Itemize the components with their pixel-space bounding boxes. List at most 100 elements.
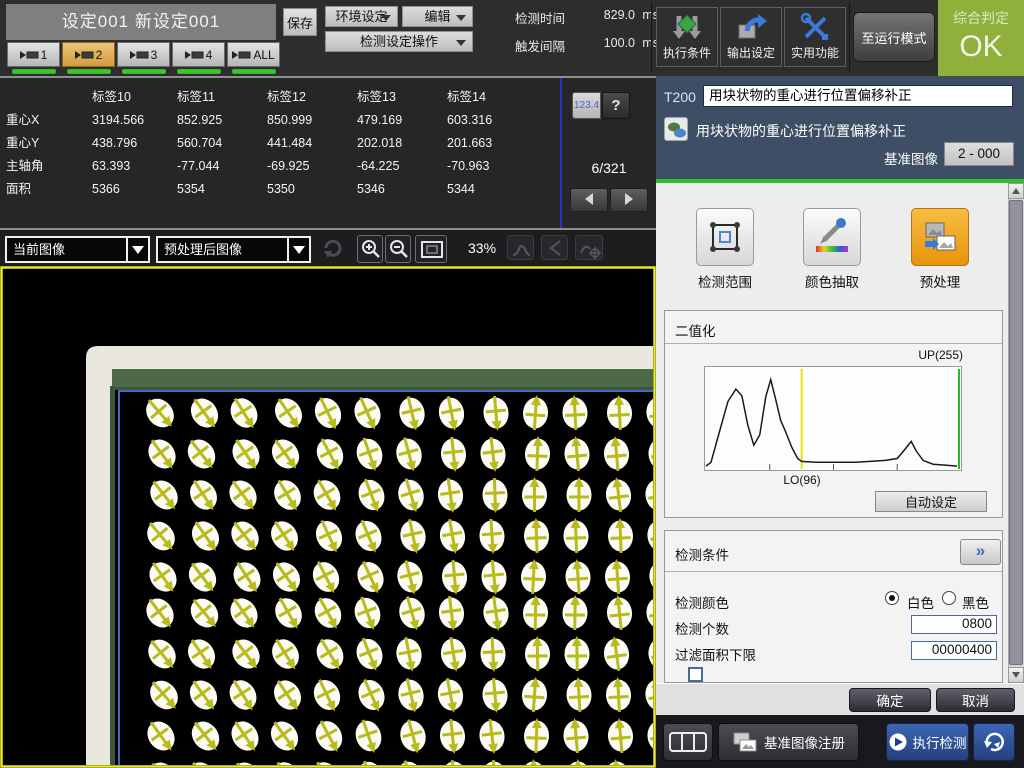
- chevron-down-icon: [456, 15, 466, 21]
- image-source-value: 当前图像: [7, 238, 126, 261]
- curve-settings-icon[interactable]: [575, 235, 603, 260]
- column-header: 标签11: [171, 86, 261, 109]
- arrow-left-icon: [585, 193, 593, 205]
- results-side-panel: 123.4 ? 6/321: [562, 78, 656, 228]
- detection-count-label: 检测个数: [675, 618, 729, 638]
- inspection-image[interactable]: [0, 266, 656, 768]
- zoom-out-button[interactable]: [385, 235, 411, 263]
- binarization-title: 二值化: [675, 320, 716, 340]
- color-extraction-button[interactable]: [803, 208, 861, 266]
- continuous-measure-button[interactable]: [973, 723, 1015, 761]
- scene-tab-2[interactable]: 2: [62, 42, 115, 74]
- scrollbar-thumb[interactable]: [1009, 200, 1023, 665]
- scene-tab-all[interactable]: ALL: [227, 42, 280, 74]
- profile-view-icon[interactable]: [541, 235, 568, 260]
- reference-image-label: 基准图像: [884, 148, 938, 168]
- corner-cell: [0, 86, 86, 109]
- row-label: 主轴角: [0, 155, 86, 178]
- column-header: 标签14: [441, 86, 560, 109]
- histogram-view-icon[interactable]: [507, 235, 534, 260]
- scene-tab-label: 2: [96, 48, 103, 62]
- filmstrip-icon: [669, 730, 707, 754]
- preprocess-icon: [920, 217, 960, 257]
- execute-condition-button[interactable]: 执行条件: [656, 7, 718, 67]
- scene-tab-label: 3: [151, 48, 158, 62]
- conditions-title: 检测条件: [675, 544, 729, 564]
- expand-button[interactable]: »: [960, 539, 1001, 565]
- cell-value: 852.925: [171, 109, 261, 132]
- vision-system-app: 设定001 新设定001 保存 环境设定 编辑 检测设定操作 1 2 3: [0, 0, 1024, 768]
- refresh-icon[interactable]: [320, 235, 346, 261]
- cell-value: -69.925: [261, 155, 351, 178]
- camera-images-icon: [732, 730, 758, 754]
- preprocessing-button[interactable]: [911, 208, 969, 266]
- region-icon: [705, 217, 745, 257]
- unit-header: T200 用块状物的重心进行位置偏移补正 用块状物的重心进行位置偏移补正 基准图…: [656, 76, 1024, 179]
- image-viewer[interactable]: [0, 266, 656, 768]
- row-label: 面积: [0, 178, 86, 201]
- trigger-interval-value: 100.0: [577, 36, 635, 55]
- overall-judgement: 综合判定 OK: [938, 0, 1024, 76]
- reference-image-value[interactable]: 2 - 000: [944, 142, 1014, 166]
- save-button[interactable]: 保存: [283, 8, 317, 36]
- top-bar: 设定001 新设定001 保存 环境设定 编辑 检测设定操作 1 2 3: [0, 0, 1024, 76]
- help-button[interactable]: ?: [602, 92, 630, 119]
- run-mode-button[interactable]: 至运行模式: [853, 12, 935, 62]
- cell-value: 479.169: [351, 109, 441, 132]
- divider: [665, 571, 1002, 572]
- scroll-down-button[interactable]: [1008, 667, 1024, 683]
- camera-line-icon: [75, 50, 94, 60]
- scene-status-bar: [67, 69, 111, 74]
- radio-white[interactable]: [885, 591, 899, 605]
- min-area-input[interactable]: 00000400: [911, 641, 997, 660]
- scene-tab-label: ALL: [253, 48, 274, 62]
- chevron-down-icon: [287, 238, 309, 261]
- prev-page-button[interactable]: [570, 188, 608, 212]
- unit-id: T200: [664, 89, 696, 105]
- ok-button[interactable]: 确定: [849, 688, 931, 712]
- histogram-plot[interactable]: [704, 366, 962, 471]
- register-reference-image-label: 基准图像注册: [764, 732, 845, 752]
- menu-edit[interactable]: 编辑: [402, 6, 473, 27]
- chevron-down-icon: [126, 238, 148, 261]
- auto-set-button[interactable]: 自动设定: [875, 491, 987, 512]
- image-source-select[interactable]: 当前图像: [5, 236, 150, 263]
- output-settings-label: 输出设定: [727, 46, 775, 60]
- cell-value: 202.018: [351, 132, 441, 155]
- menu-flow-operations[interactable]: 检测设定操作: [325, 31, 473, 52]
- cell-value: -77.044: [171, 155, 261, 178]
- upper-threshold-label: UP(255): [865, 348, 963, 362]
- bottom-action-bar: 基准图像注册 执行检测: [656, 715, 1024, 768]
- zoom-in-button[interactable]: [357, 235, 383, 263]
- display-mode-value: 预处理后图像: [158, 238, 287, 261]
- detection-count-input[interactable]: 0800: [911, 615, 997, 634]
- detection-color-label: 检测颜色: [675, 592, 729, 612]
- display-mode-select[interactable]: 预处理后图像: [156, 236, 311, 263]
- page-indicator: 6/321: [562, 160, 656, 176]
- unit-name-input[interactable]: 用块状物的重心进行位置偏移补正: [703, 85, 1013, 107]
- cell-value: 5346: [351, 178, 441, 201]
- scene-tab-1[interactable]: 1: [7, 42, 60, 74]
- next-page-button[interactable]: [610, 188, 648, 212]
- radio-black[interactable]: [942, 591, 956, 605]
- menu-environment[interactable]: 环境设定: [325, 6, 398, 27]
- cell-value: 63.393: [86, 155, 171, 178]
- utility-button[interactable]: 实用功能: [784, 7, 846, 67]
- output-settings-button[interactable]: 输出设定: [720, 7, 782, 67]
- cancel-button[interactable]: 取消: [936, 688, 1015, 712]
- scene-tab-3[interactable]: 3: [117, 42, 170, 74]
- run-measurement-button[interactable]: 执行检测: [886, 723, 969, 761]
- scroll-up-button[interactable]: [1008, 183, 1024, 199]
- fit-to-screen-button[interactable]: [415, 235, 447, 263]
- image-log-button[interactable]: [663, 723, 713, 761]
- register-reference-image-button[interactable]: 基准图像注册: [718, 723, 859, 761]
- detection-region-button[interactable]: [696, 208, 754, 266]
- cell-value: 850.999: [261, 109, 351, 132]
- numeric-display-button[interactable]: 123.4: [572, 92, 601, 119]
- play-icon: [889, 733, 907, 751]
- checkbox[interactable]: [688, 667, 703, 682]
- unit-description: 用块状物的重心进行位置偏移补正: [696, 121, 906, 141]
- scene-tab-4[interactable]: 4: [172, 42, 225, 74]
- export-icon: [734, 12, 768, 42]
- trigger-interval-label: 触发间隔: [515, 36, 577, 55]
